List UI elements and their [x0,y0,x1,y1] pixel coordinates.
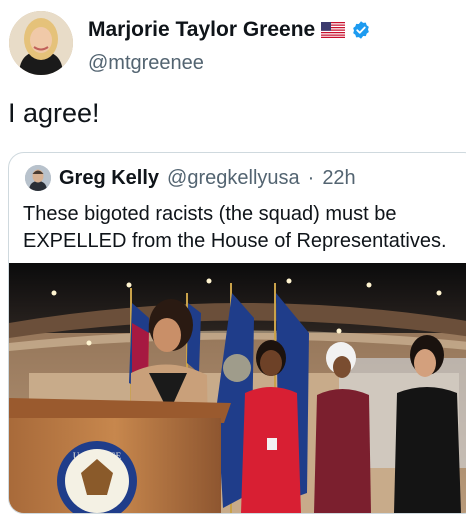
quoted-tweet-photo[interactable]: U.S. HOUSE [9,263,466,513]
quoted-author-display-name[interactable]: Greg Kelly [59,167,159,190]
author-avatar[interactable] [9,11,73,75]
tweet-text: I agree! [8,98,100,128]
quoted-timestamp[interactable]: 22h [322,167,355,190]
quoted-author-avatar[interactable] [25,165,51,191]
quoted-tweet-header: Greg Kelly @gregkellyusa · 22h [25,165,356,191]
quoted-tweet[interactable]: Greg Kelly @gregkellyusa · 22h These big… [8,152,466,514]
tweet-header: Marjorie Taylor Greene @mtgreenee [0,0,466,90]
verified-badge-icon [351,20,371,40]
dot-separator: · [307,166,315,189]
quoted-tweet-text: These bigoted racists (the squad) must b… [23,203,447,252]
author-handle[interactable]: @mtgreenee [88,52,204,75]
us-flag-icon [321,22,346,38]
quoted-author-handle[interactable]: @gregkellyusa [167,167,300,190]
svg-text:U.S. HOUSE: U.S. HOUSE [73,451,122,461]
author-display-name[interactable]: Marjorie Taylor Greene [88,18,315,42]
